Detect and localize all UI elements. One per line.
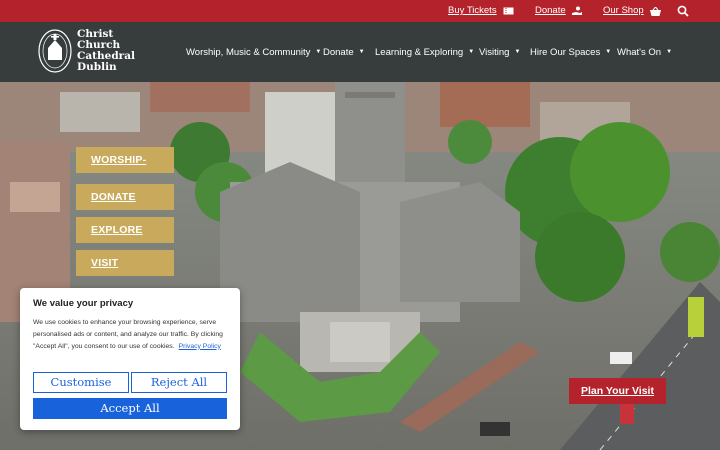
- accept-all-button[interactable]: Accept All: [33, 398, 227, 419]
- nav-item-label: Learning & Exploring: [375, 46, 464, 58]
- privacy-policy-link[interactable]: Privacy Policy: [179, 343, 221, 350]
- cathedral-seal-icon: [38, 29, 72, 73]
- caret-down-icon: ▼: [358, 49, 365, 55]
- nav-item-label: Donate: [323, 46, 354, 58]
- customise-button[interactable]: Customise: [33, 372, 129, 393]
- nav-item-worship[interactable]: Worship, Music & Community ▼: [186, 47, 323, 58]
- cookie-title: We value your privacy: [33, 298, 134, 309]
- caret-down-icon: ▼: [605, 49, 612, 55]
- nav-item-donate[interactable]: Donate ▼: [323, 47, 375, 58]
- our-shop-label: Our Shop: [603, 5, 644, 16]
- nav-item-hire[interactable]: Hire Our Spaces ▼: [530, 47, 617, 58]
- visit-quick-link[interactable]: VISIT: [76, 250, 174, 276]
- reject-all-button[interactable]: Reject All: [131, 372, 227, 393]
- cookie-button-row: Customise Reject All: [33, 372, 227, 393]
- plan-your-visit-button[interactable]: Plan Your Visit: [569, 378, 666, 404]
- main-nav-menu: Worship, Music & Community ▼ Donate ▼ Le…: [186, 22, 672, 82]
- cookie-consent-panel: We value your privacy We use cookies to …: [20, 288, 240, 430]
- search-icon[interactable]: [677, 5, 689, 17]
- caret-down-icon: ▼: [666, 49, 673, 55]
- donate-quick-link[interactable]: DONATE: [76, 184, 174, 210]
- nav-item-learning[interactable]: Learning & Exploring ▼: [375, 47, 479, 58]
- logo-line-4: Dublin: [77, 61, 117, 73]
- nav-item-label: What's On: [617, 46, 662, 58]
- nav-item-label: Visiting: [479, 46, 510, 58]
- our-shop-link[interactable]: Our Shop: [603, 0, 661, 22]
- donate-top-label: Donate: [535, 5, 566, 16]
- explore-quick-link[interactable]: EXPLORE: [76, 217, 174, 243]
- caret-down-icon: ▼: [468, 49, 475, 55]
- nav-item-whats-on[interactable]: What's On ▼: [617, 47, 672, 58]
- worship-quick-link[interactable]: WORSHIP-: [76, 147, 174, 173]
- buy-tickets-link[interactable]: Buy Tickets: [448, 0, 514, 22]
- cookie-message: We use cookies to enhance your browsing …: [33, 317, 227, 352]
- ticket-icon: [503, 7, 514, 15]
- nav-item-label: Hire Our Spaces: [530, 46, 601, 58]
- donate-top-link[interactable]: Donate: [535, 0, 583, 22]
- shopping-basket-icon: [649, 6, 661, 16]
- buy-tickets-label: Buy Tickets: [448, 5, 497, 16]
- caret-down-icon: ▼: [315, 49, 322, 55]
- top-utility-bar: Buy Tickets Donate Our Shop: [0, 0, 720, 22]
- nav-item-visiting[interactable]: Visiting ▼: [479, 47, 530, 58]
- nav-item-label: Worship, Music & Community: [186, 46, 311, 58]
- caret-down-icon: ▼: [514, 49, 521, 55]
- site-logo[interactable]: Christ Church Cathedral Dublin: [38, 28, 135, 74]
- donate-hand-icon: [571, 6, 582, 15]
- main-nav-bar: Christ Church Cathedral Dublin Worship, …: [0, 22, 720, 82]
- logo-wordmark: Christ Church Cathedral Dublin: [77, 29, 135, 73]
